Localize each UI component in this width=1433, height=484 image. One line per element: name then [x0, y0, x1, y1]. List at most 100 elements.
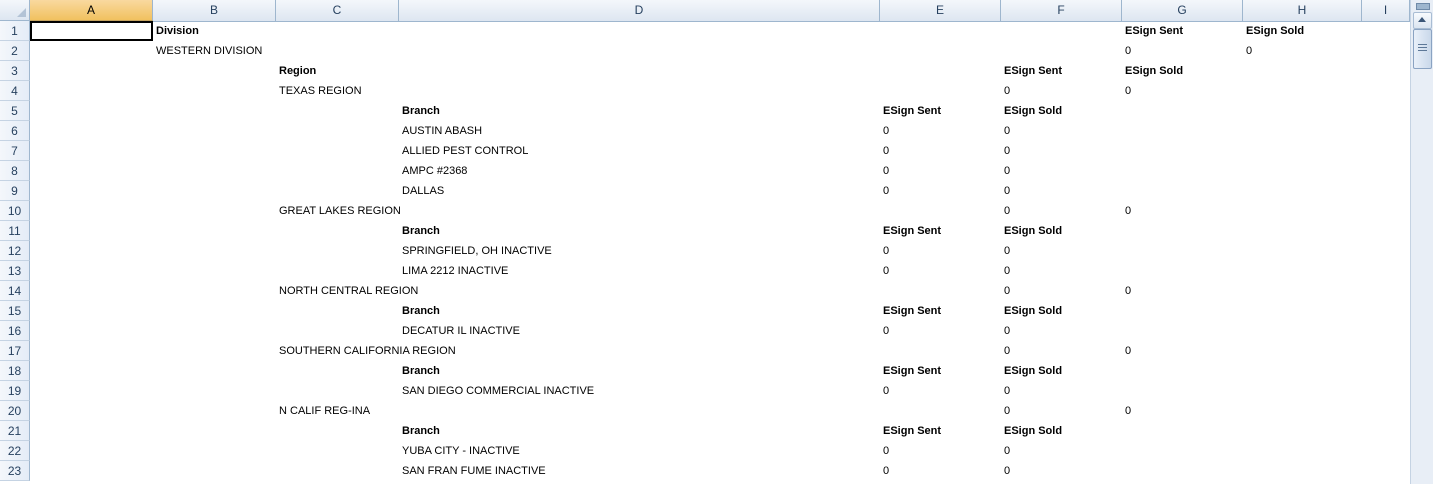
cell-d22[interactable]: YUBA CITY - INACTIVE [399, 441, 520, 461]
cell-c3[interactable]: Region [276, 61, 316, 81]
cell-f6[interactable]: 0 [1001, 121, 1010, 141]
cell-f12[interactable]: 0 [1001, 241, 1010, 261]
cell-g20[interactable]: 0 [1122, 401, 1131, 421]
row-header[interactable]: 13 [0, 261, 30, 281]
cell-c14[interactable]: NORTH CENTRAL REGION [276, 281, 418, 301]
row-header[interactable]: 22 [0, 441, 30, 461]
column-header-h[interactable]: H [1243, 0, 1362, 21]
cell-c20[interactable]: N CALIF REG-INA [276, 401, 370, 421]
row-header[interactable]: 9 [0, 181, 30, 201]
select-all-corner[interactable] [0, 0, 30, 21]
cell-c10[interactable]: GREAT LAKES REGION [276, 201, 401, 221]
cell-f23[interactable]: 0 [1001, 461, 1010, 481]
cell-f8[interactable]: 0 [1001, 161, 1010, 181]
row-header[interactable]: 20 [0, 401, 30, 421]
cell-g2[interactable]: 0 [1122, 41, 1131, 61]
cell-e22[interactable]: 0 [880, 441, 889, 461]
cell-h2[interactable]: 0 [1243, 41, 1252, 61]
cell-g4[interactable]: 0 [1122, 81, 1131, 101]
cell-f10[interactable]: 0 [1001, 201, 1010, 221]
row-header[interactable]: 5 [0, 101, 30, 121]
cell-f17[interactable]: 0 [1001, 341, 1010, 361]
cell-f20[interactable]: 0 [1001, 401, 1010, 421]
cell-d11[interactable]: Branch [399, 221, 440, 241]
column-header-c[interactable]: C [276, 0, 399, 21]
cell-e23[interactable]: 0 [880, 461, 889, 481]
row-header[interactable]: 12 [0, 241, 30, 261]
row-header[interactable]: 16 [0, 321, 30, 341]
cell-d7[interactable]: ALLIED PEST CONTROL [399, 141, 528, 161]
cell-e12[interactable]: 0 [880, 241, 889, 261]
cell-e5[interactable]: ESign Sent [880, 101, 941, 121]
cell-d16[interactable]: DECATUR IL INACTIVE [399, 321, 520, 341]
cell-f15[interactable]: ESign Sold [1001, 301, 1062, 321]
column-header-g[interactable]: G [1122, 0, 1243, 21]
row-header[interactable]: 19 [0, 381, 30, 401]
cell-f13[interactable]: 0 [1001, 261, 1010, 281]
row-header[interactable]: 17 [0, 341, 30, 361]
cell-d21[interactable]: Branch [399, 421, 440, 441]
row-header[interactable]: 4 [0, 81, 30, 101]
cell-e19[interactable]: 0 [880, 381, 889, 401]
row-header[interactable]: 21 [0, 421, 30, 441]
row-header[interactable]: 3 [0, 61, 30, 81]
cell-e13[interactable]: 0 [880, 261, 889, 281]
row-header[interactable]: 10 [0, 201, 30, 221]
row-header[interactable]: 11 [0, 221, 30, 241]
cell-g10[interactable]: 0 [1122, 201, 1131, 221]
cell-f22[interactable]: 0 [1001, 441, 1010, 461]
row-header[interactable]: 15 [0, 301, 30, 321]
column-header-e[interactable]: E [880, 0, 1001, 21]
cell-f14[interactable]: 0 [1001, 281, 1010, 301]
cell-d18[interactable]: Branch [399, 361, 440, 381]
cell-f18[interactable]: ESign Sold [1001, 361, 1062, 381]
cell-f9[interactable]: 0 [1001, 181, 1010, 201]
cell-f16[interactable]: 0 [1001, 321, 1010, 341]
cell-g3[interactable]: ESign Sold [1122, 61, 1183, 81]
scroll-up-arrow-icon[interactable] [1413, 12, 1432, 29]
cell-e16[interactable]: 0 [880, 321, 889, 341]
cell-d9[interactable]: DALLAS [399, 181, 444, 201]
cell-d6[interactable]: AUSTIN ABASH [399, 121, 482, 141]
spreadsheet-grid[interactable]: ABCDEFGHI 1 Division ESign Sent ESign Sold 2… [0, 0, 1410, 484]
cell-g17[interactable]: 0 [1122, 341, 1131, 361]
cell-e9[interactable]: 0 [880, 181, 889, 201]
split-handle[interactable] [1416, 3, 1430, 10]
row-header[interactable]: 8 [0, 161, 30, 181]
cell-g1[interactable]: ESign Sent [1122, 21, 1183, 41]
cell-f3[interactable]: ESign Sent [1001, 61, 1062, 81]
column-header-f[interactable]: F [1001, 0, 1122, 21]
column-header-d[interactable]: D [399, 0, 880, 21]
cell-e15[interactable]: ESign Sent [880, 301, 941, 321]
cell-d8[interactable]: AMPC #2368 [399, 161, 467, 181]
row-header[interactable]: 7 [0, 141, 30, 161]
cell-d5[interactable]: Branch [399, 101, 440, 121]
row-header[interactable]: 6 [0, 121, 30, 141]
row-header[interactable]: 18 [0, 361, 30, 381]
column-header-i[interactable]: I [1362, 0, 1410, 21]
row-header[interactable]: 1 [0, 21, 30, 41]
cell-d23[interactable]: SAN FRAN FUME INACTIVE [399, 461, 546, 481]
cell-f5[interactable]: ESign Sold [1001, 101, 1062, 121]
cell-e11[interactable]: ESign Sent [880, 221, 941, 241]
scroll-thumb[interactable] [1413, 29, 1432, 69]
vertical-scrollbar[interactable] [1410, 0, 1433, 484]
column-header-b[interactable]: B [153, 0, 276, 21]
row-header[interactable]: 14 [0, 281, 30, 301]
cell-d15[interactable]: Branch [399, 301, 440, 321]
cell-f7[interactable]: 0 [1001, 141, 1010, 161]
cell-d12[interactable]: SPRINGFIELD, OH INACTIVE [399, 241, 552, 261]
cell-f4[interactable]: 0 [1001, 81, 1010, 101]
cell-h1[interactable]: ESign Sold [1243, 21, 1304, 41]
cell-c4[interactable]: TEXAS REGION [276, 81, 362, 101]
cell-b1[interactable]: Division [153, 21, 199, 41]
cell-d13[interactable]: LIMA 2212 INACTIVE [399, 261, 508, 281]
cell-g14[interactable]: 0 [1122, 281, 1131, 301]
column-header-a[interactable]: A [30, 0, 153, 21]
row-header[interactable]: 2 [0, 41, 30, 61]
cell-f11[interactable]: ESign Sold [1001, 221, 1062, 241]
cell-d19[interactable]: SAN DIEGO COMMERCIAL INACTIVE [399, 381, 594, 401]
cell-e21[interactable]: ESign Sent [880, 421, 941, 441]
cell-e8[interactable]: 0 [880, 161, 889, 181]
cell-c17[interactable]: SOUTHERN CALIFORNIA REGION [276, 341, 456, 361]
